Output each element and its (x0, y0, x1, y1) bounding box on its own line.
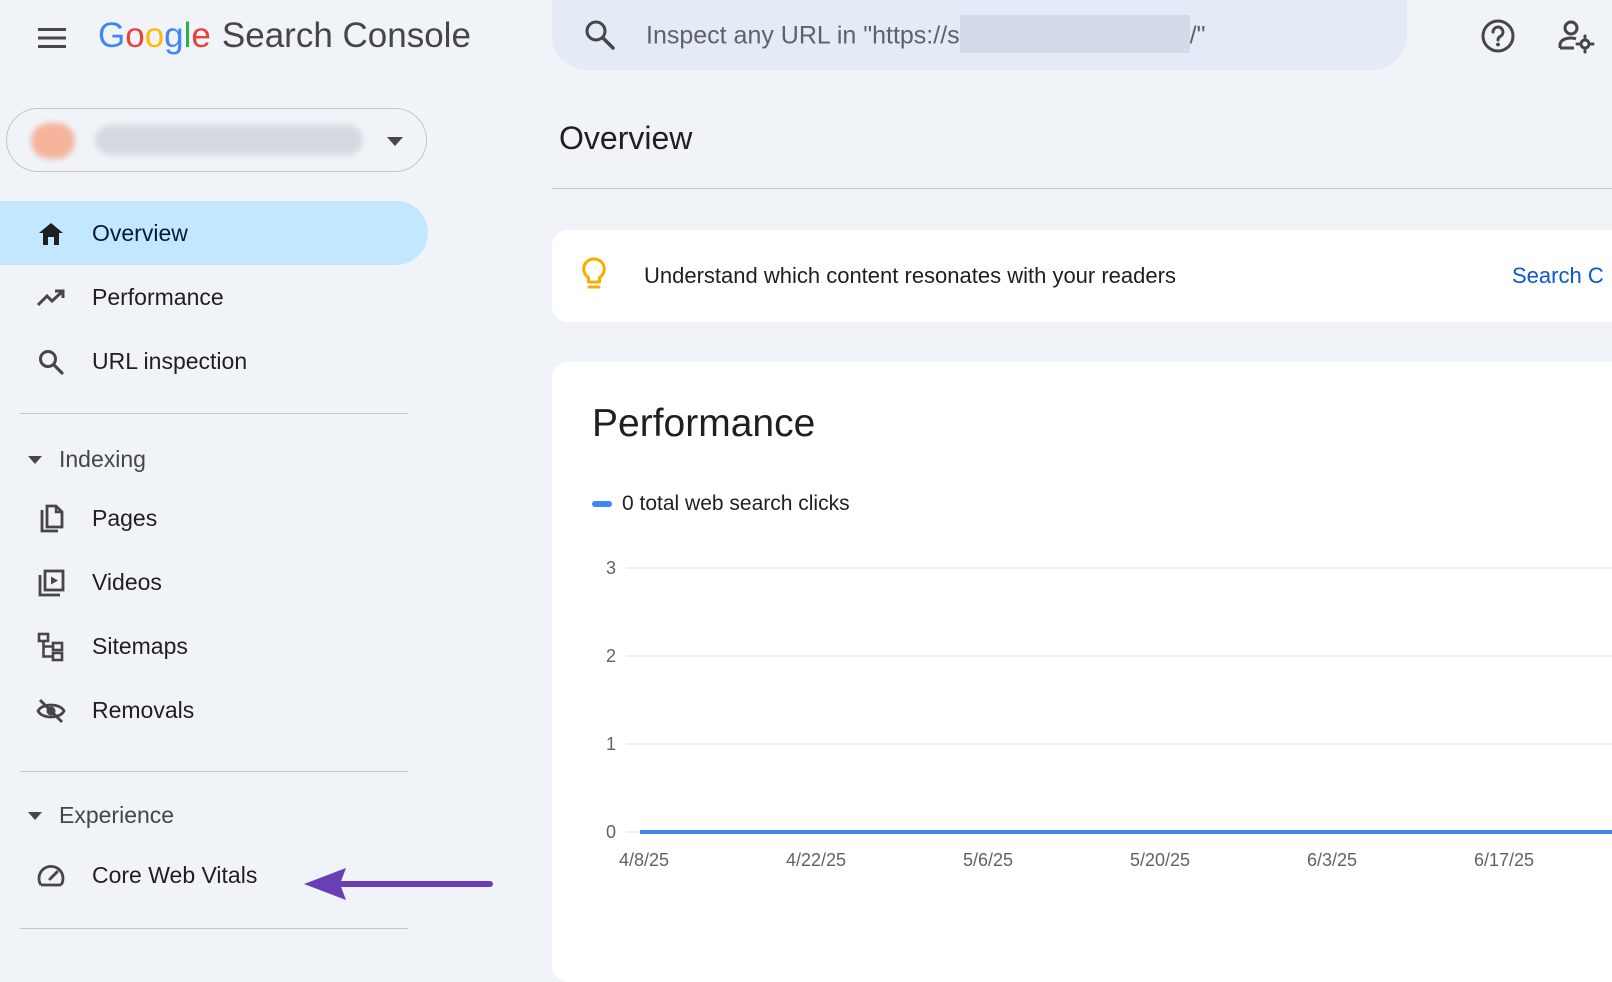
trending-up-icon (36, 283, 66, 313)
x-tick-label: 5/20/25 (1130, 850, 1190, 870)
logo-letter: o (145, 16, 164, 55)
y-tick-label: 2 (606, 646, 616, 666)
x-tick-label: 5/6/25 (963, 850, 1013, 870)
logo-letter: o (125, 16, 144, 55)
sidebar-item-label: Removals (92, 697, 194, 724)
section-label: Experience (59, 802, 174, 829)
logo-letter: g (164, 16, 183, 55)
logo-letter: G (98, 16, 125, 55)
dropdown-arrow-icon (387, 137, 403, 147)
video-library-icon (36, 568, 66, 598)
collapse-arrow-icon (28, 456, 42, 465)
sidebar-divider (20, 928, 408, 929)
sidebar-item-label: Videos (92, 569, 162, 596)
property-selector[interactable] (6, 108, 427, 172)
sidebar-item-performance[interactable]: Performance (0, 265, 428, 329)
sidebar-item-label: Pages (92, 505, 157, 532)
search-console-logo[interactable]: Google Search Console (98, 12, 471, 60)
visibility-off-icon (36, 696, 66, 726)
help-icon (1480, 18, 1516, 54)
redacted-url (960, 15, 1190, 53)
sidebar-item-label: Core Web Vitals (92, 862, 257, 889)
performance-title: Performance (592, 402, 815, 446)
collapse-arrow-icon (28, 812, 42, 821)
legend-label: 0 total web search clicks (622, 492, 850, 516)
search-icon (582, 17, 618, 58)
section-toggle-indexing[interactable]: Indexing (0, 432, 428, 488)
performance-card: Performance 0 total web search clicks 0 1… (552, 362, 1612, 982)
annotation-arrow (300, 862, 495, 902)
performance-chart: 0 1 2 3 4/8/25 4/22/25 5/6/25 5/20/25 6/3/25 6/17… (592, 552, 1612, 892)
section-toggle-experience[interactable]: Experience (0, 788, 428, 844)
sidebar-item-overview[interactable]: Overview (0, 201, 428, 265)
sidebar-item-label: Overview (92, 220, 188, 247)
sidebar-item-url-inspection[interactable]: URL inspection (0, 329, 428, 393)
menu-icon (36, 26, 68, 50)
x-tick-label: 6/3/25 (1307, 850, 1357, 870)
sidebar-item-label: Sitemaps (92, 633, 188, 660)
sidebar-item-videos[interactable]: Videos (0, 550, 428, 614)
tip-message: Understand which content resonates with … (644, 263, 1176, 289)
speed-icon (36, 861, 66, 891)
sidebar-item-removals[interactable]: Removals (0, 678, 428, 742)
title-divider (552, 188, 1612, 189)
y-tick-label: 3 (606, 558, 616, 578)
chart-legend[interactable]: 0 total web search clicks (592, 492, 850, 516)
x-tick-label: 6/17/25 (1474, 850, 1534, 870)
y-tick-label: 1 (606, 734, 616, 754)
pages-icon (36, 504, 66, 534)
sidebar-divider (20, 771, 408, 772)
manage-accounts-icon (1557, 18, 1595, 54)
search-icon (36, 347, 66, 377)
search-placeholder[interactable]: Inspect any URL in "https://s /" (646, 18, 1205, 56)
help-button[interactable] (1474, 12, 1522, 60)
tip-link[interactable]: Search C (1512, 263, 1604, 289)
sidebar-item-sitemaps[interactable]: Sitemaps (0, 614, 428, 678)
google-wordmark: Google (98, 16, 211, 56)
y-tick-label: 0 (606, 822, 616, 842)
logo-letter: e (191, 16, 210, 55)
x-tick-label: 4/22/25 (786, 850, 846, 870)
sidebar-item-label: Performance (92, 284, 224, 311)
home-icon (36, 219, 66, 249)
legend-swatch (592, 501, 612, 507)
main-menu-button[interactable] (28, 14, 76, 62)
tip-card: Understand which content resonates with … (552, 230, 1612, 322)
page-title: Overview (559, 120, 692, 157)
section-label: Indexing (59, 446, 146, 473)
property-name-redacted (95, 125, 363, 155)
search-placeholder-prefix: Inspect any URL in "https://s (646, 22, 960, 50)
sitemap-icon (36, 632, 66, 662)
product-name: Search Console (222, 16, 471, 56)
search-placeholder-suffix: /" (1190, 22, 1206, 50)
x-tick-label: 4/8/25 (619, 850, 669, 870)
sidebar-item-pages[interactable]: Pages (0, 486, 428, 550)
url-inspection-search-bar[interactable]: Inspect any URL in "https://s /" (552, 0, 1407, 70)
sidebar-item-label: URL inspection (92, 348, 247, 375)
property-favicon (31, 123, 75, 159)
lightbulb-icon (580, 256, 608, 297)
sidebar-divider (20, 413, 408, 414)
settings-account-button[interactable] (1552, 12, 1600, 60)
